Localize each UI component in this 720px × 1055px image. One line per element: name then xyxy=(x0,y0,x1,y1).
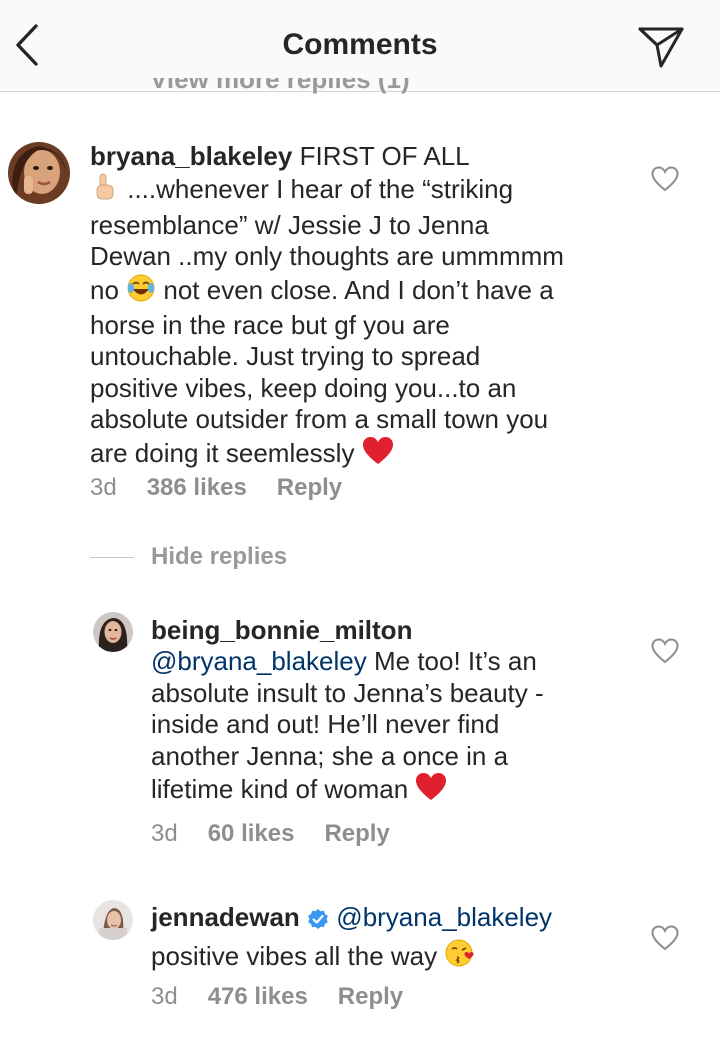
comment-line: absolute insult to Jenna’s beauty - xyxy=(151,677,544,708)
comment-line: lifetime kind of woman xyxy=(151,772,631,809)
comment-line: jennadewan @bryana_blakeley xyxy=(151,902,631,937)
reply-button[interactable]: Reply xyxy=(338,983,403,1010)
comment-time: 3d xyxy=(151,983,178,1010)
paper-plane-icon xyxy=(638,27,684,68)
avatar[interactable] xyxy=(93,612,133,652)
reply-username[interactable]: being_bonnie_milton xyxy=(151,615,412,645)
avatar-jennadewan-image xyxy=(93,900,133,940)
like-reply-button[interactable] xyxy=(651,638,679,664)
comment-body: bryana_blakeley FIRST OF ALL ....wheneve… xyxy=(90,141,650,473)
mention-link[interactable]: @bryana_blakeley xyxy=(151,646,367,676)
heart-outline-icon xyxy=(651,166,679,192)
comment-line: another Jenna; she a once in a xyxy=(151,740,509,771)
avatar[interactable] xyxy=(93,900,133,940)
comment-line: horse in the race but gf you are xyxy=(90,310,450,341)
red-heart-emoji-icon xyxy=(362,436,394,473)
comment-line: inside and out! He’ll never find xyxy=(151,709,500,740)
avatar[interactable] xyxy=(8,142,70,204)
comment-time: 3d xyxy=(151,820,178,847)
comment-likes[interactable]: 60 likes xyxy=(208,820,295,847)
comment-line: no not even close. And I don’t have a xyxy=(90,273,650,310)
pointing-up-emoji-icon xyxy=(90,172,120,209)
divider xyxy=(90,557,134,558)
comment-line: Dewan ..my only thoughts are ummmmm xyxy=(90,241,564,272)
heart-outline-icon xyxy=(651,638,679,664)
face-blowing-kiss-emoji-icon xyxy=(444,937,476,976)
share-button[interactable] xyxy=(637,24,685,70)
view-more-replies-link[interactable]: View more replies (1) xyxy=(150,78,410,98)
avatar-bonnie-image xyxy=(93,612,133,652)
like-comment-button[interactable] xyxy=(651,166,679,192)
avatar-bryana-image xyxy=(8,142,70,204)
comment-username[interactable]: bryana_blakeley xyxy=(90,141,292,171)
hide-replies-button[interactable]: Hide replies xyxy=(151,543,287,571)
comment-line: absolute outsider from a small town you xyxy=(90,404,549,435)
comment-line: are doing it seemlessly xyxy=(90,436,650,473)
tears-of-joy-emoji-icon xyxy=(126,273,156,310)
page-title: Comments xyxy=(282,28,438,61)
reply-body: being_bonnie_milton @bryana_blakeley Me … xyxy=(151,615,631,809)
reply-body: jennadewan @bryana_blakeley positive vib… xyxy=(151,902,631,977)
mention-link[interactable]: @bryana_blakeley xyxy=(336,902,552,932)
comment-likes[interactable]: 386 likes xyxy=(147,474,247,501)
red-heart-emoji-icon xyxy=(415,772,447,809)
reply-button[interactable]: Reply xyxy=(277,474,342,501)
reply-meta: 3d 60 likes Reply xyxy=(151,820,420,848)
comment-line: @bryana_blakeley Me too! It’s an xyxy=(151,646,537,677)
comment-meta: 3d 386 likes Reply xyxy=(90,474,372,502)
comment-line: bryana_blakeley FIRST OF ALL xyxy=(90,141,470,171)
comment-line: untouchable. Just trying to spread xyxy=(90,341,481,372)
heart-outline-icon xyxy=(651,925,679,951)
like-reply-button[interactable] xyxy=(651,925,679,951)
comment-time: 3d xyxy=(90,474,117,501)
reply-button[interactable]: Reply xyxy=(324,820,389,847)
comment-line: positive vibes, keep doing you...to an xyxy=(90,372,517,403)
comment-line: ....whenever I hear of the “striking xyxy=(90,172,650,209)
comment-likes[interactable]: 476 likes xyxy=(208,983,308,1010)
comment-line: resemblance” w/ Jessie J to Jenna xyxy=(90,209,489,240)
reply-username[interactable]: jennadewan xyxy=(151,902,300,932)
reply-meta: 3d 476 likes Reply xyxy=(151,983,433,1011)
comment-line: being_bonnie_milton xyxy=(151,615,631,646)
comment-line: positive vibes all the way xyxy=(151,937,631,976)
verified-badge-icon xyxy=(307,906,329,937)
